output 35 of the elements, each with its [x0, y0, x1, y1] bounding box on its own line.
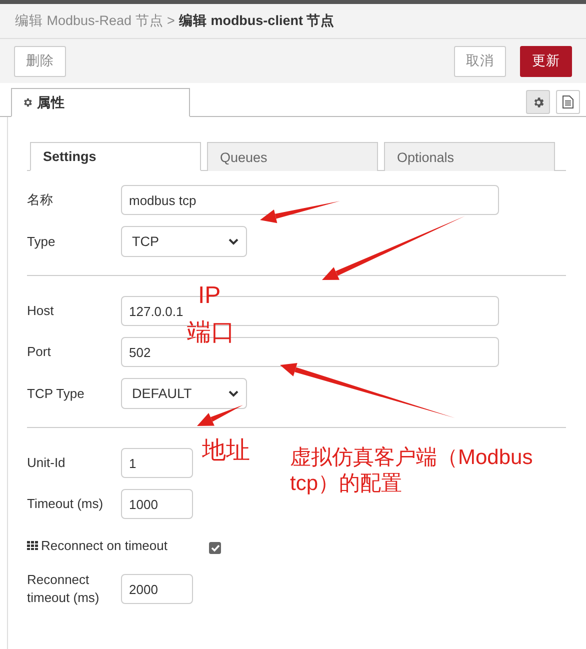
- settings-tab[interactable]: Queues: [207, 142, 378, 171]
- checkbox[interactable]: [209, 542, 221, 554]
- input-field[interactable]: 1: [121, 448, 193, 478]
- input-field[interactable]: 1000: [121, 489, 193, 519]
- settings-tab[interactable]: Settings: [30, 142, 201, 171]
- field-label: Type: [27, 232, 56, 250]
- chevron-down-icon: [228, 390, 239, 398]
- settings-tab[interactable]: Optionals: [384, 142, 555, 171]
- field-label: TCP Type: [27, 384, 86, 402]
- annotation-text: 地址: [202, 436, 250, 466]
- panel-tab[interactable]: 属性: [11, 88, 190, 117]
- input-field[interactable]: modbus tcp: [121, 185, 499, 215]
- description-button[interactable]: [556, 90, 580, 114]
- cancel-button[interactable]: 取消: [454, 46, 506, 76]
- field-label: 名称: [27, 191, 54, 209]
- delete-button[interactable]: 删除: [14, 46, 66, 76]
- field-label: Port: [27, 343, 52, 361]
- select-field[interactable]: DEFAULT: [121, 378, 247, 409]
- grid-icon: [27, 540, 38, 550]
- field-label: Host: [27, 302, 55, 320]
- annotation-text: 虚拟仿真客户端（Modbus tcp）的配置: [290, 445, 534, 498]
- field-label: Timeout (ms): [27, 495, 104, 513]
- select-field[interactable]: TCP: [121, 226, 247, 257]
- update-button[interactable]: 更新: [520, 46, 572, 76]
- input-field[interactable]: 2000: [121, 574, 193, 604]
- gear-icon: [532, 96, 544, 108]
- field-label: Unit-Id: [27, 454, 66, 472]
- settings-button[interactable]: [526, 90, 550, 114]
- document-icon: [562, 95, 574, 109]
- field-label: Reconnect timeout (ms): [27, 571, 100, 607]
- annotation-arrow: [197, 405, 243, 426]
- field-label: Reconnect on timeout: [41, 538, 168, 552]
- breadcrumb-current: 编辑 modbus-client 节点: [178, 12, 335, 30]
- chevron-down-icon: [228, 238, 239, 246]
- gear-icon: [22, 97, 33, 108]
